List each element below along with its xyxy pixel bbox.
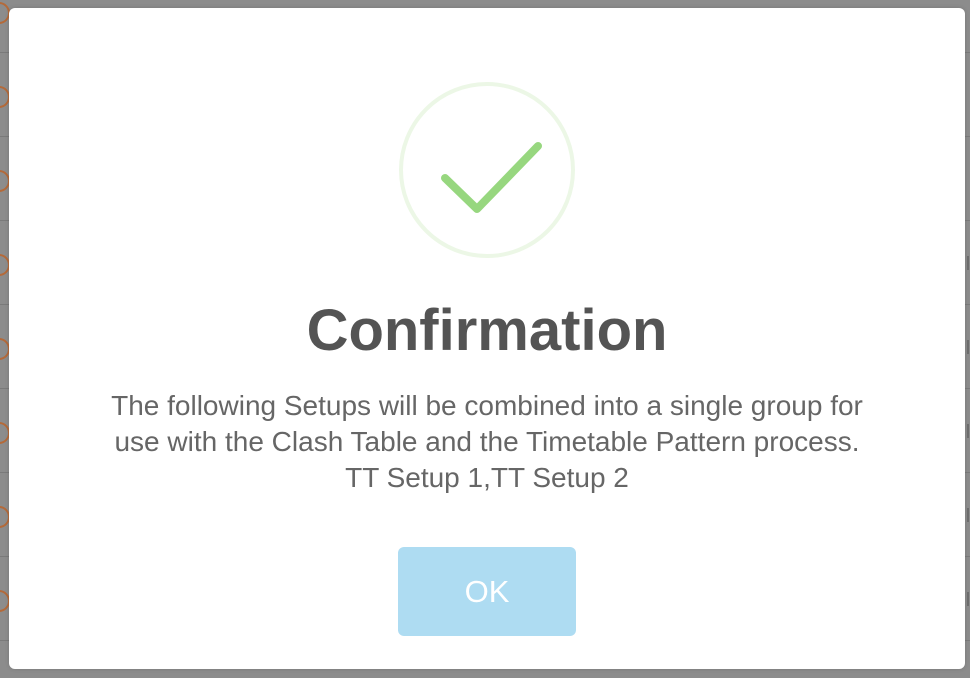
checkmark-icon: [441, 142, 542, 213]
dialog-message-line: TT Setup 1,TT Setup 2: [345, 462, 629, 493]
ok-button[interactable]: OK: [398, 547, 576, 636]
confirmation-dialog: Confirmation The following Setups will b…: [9, 8, 965, 669]
dialog-title: Confirmation: [306, 298, 668, 363]
dialog-message-line: The following Setups will be combined in…: [111, 390, 863, 421]
dialog-message-line: use with the Clash Table and the Timetab…: [114, 426, 860, 457]
success-checkmark-icon: [399, 82, 575, 258]
dialog-message: The following Setups will be combined in…: [49, 388, 925, 496]
